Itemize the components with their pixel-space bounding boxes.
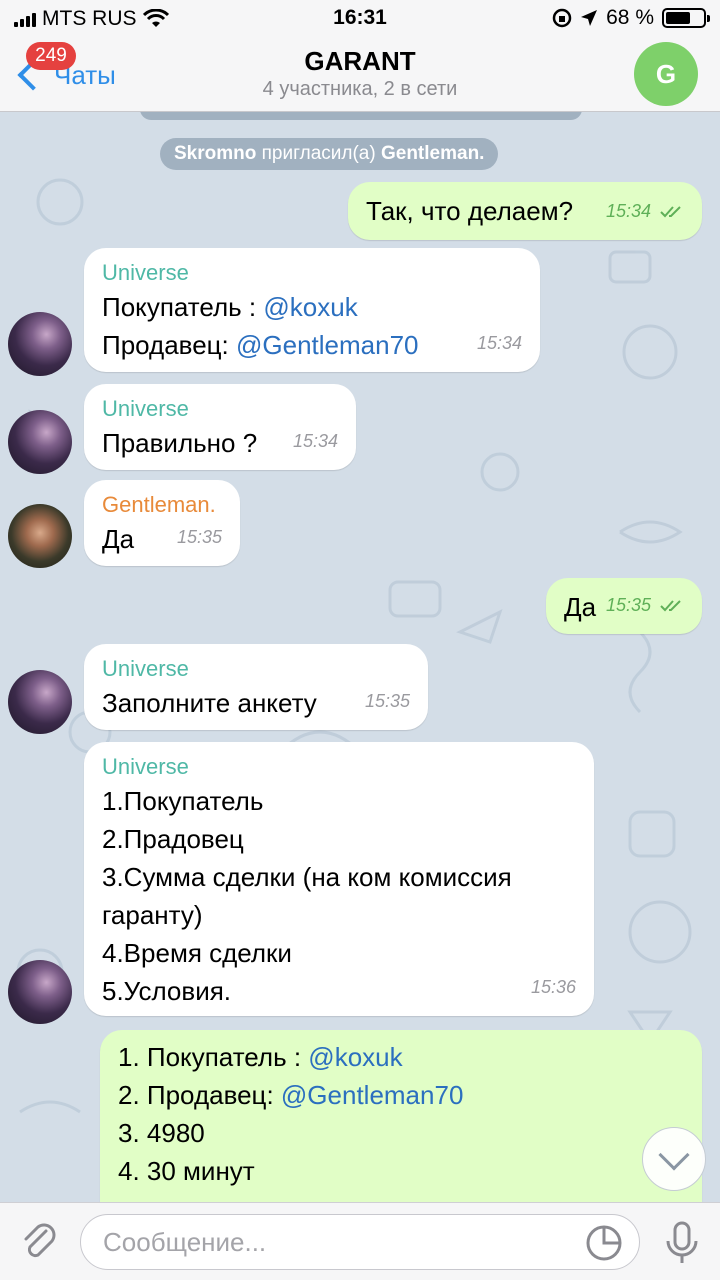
message-line: Продавец: @Gentleman70: [102, 326, 522, 364]
message-time: 15:36: [530, 977, 576, 997]
message-time: 15:34: [292, 431, 338, 451]
mention-link[interactable]: @Gentleman70: [281, 1080, 464, 1110]
service-message-partial: [140, 112, 582, 120]
avatar[interactable]: [8, 960, 72, 1024]
message-line: 3.Сумма сделки (на ком комиссия: [102, 862, 512, 892]
message-line: 3. 4980: [118, 1118, 205, 1148]
composer: [0, 1202, 720, 1280]
message-line: 2.Прадовец: [102, 824, 244, 854]
message-bubble-out[interactable]: Да 15:35: [546, 578, 702, 634]
message-line: 1.Покупатель: [102, 786, 264, 816]
location-icon: [581, 10, 598, 26]
message-line: Покупатель : @koxuk: [102, 288, 522, 326]
sender-name: Universe: [102, 260, 189, 285]
service-target: Gentleman.: [380, 143, 485, 164]
battery-icon: [662, 8, 710, 28]
chat-subtitle: 4 участника, 2 в сети: [262, 78, 458, 100]
message-bubble-in[interactable]: Universe Правильно ? 15:34: [84, 384, 356, 470]
message-text: Так, что делаем?: [366, 196, 574, 226]
time-text: 15:35: [605, 595, 651, 615]
avatar[interactable]: [8, 670, 72, 734]
line-text: 2. Продавец:: [118, 1080, 281, 1110]
message-line: 4. 30 минут: [118, 1156, 255, 1186]
group-avatar[interactable]: G: [634, 42, 698, 106]
message-list[interactable]: Skromno пригласил(а) Gentleman. Так, что…: [0, 112, 720, 1202]
message-line: 2. Продавец: @Gentleman70: [118, 1076, 684, 1114]
message-bubble-in[interactable]: Universe 1.Покупатель 2.Прадовец 3.Сумма…: [84, 742, 594, 1016]
line-text: Покупатель :: [102, 292, 264, 322]
time-text: 15:34: [605, 201, 651, 221]
message-time: 15:34: [606, 192, 684, 230]
message-time: 15:35: [364, 691, 410, 711]
status-bar: MTS RUS 16:31 68 %: [0, 0, 720, 36]
message-line: 1. Покупатель : @koxuk: [118, 1038, 684, 1076]
sender-name: Gentleman.: [102, 492, 216, 517]
message-bubble-in[interactable]: Universe Заполните анкету 15:35: [84, 644, 428, 730]
message-bubble-in[interactable]: Gentleman. Да 15:35: [84, 480, 240, 566]
message-text: Заполните анкету: [102, 688, 317, 718]
battery-percent: 68 %: [606, 6, 654, 29]
microphone-icon[interactable]: [662, 1219, 702, 1267]
line-text: Продавец:: [102, 330, 236, 360]
message-time: 15:34: [476, 333, 522, 353]
mention-link[interactable]: @koxuk: [308, 1042, 402, 1072]
chat-title[interactable]: GARANT: [0, 46, 720, 77]
service-actor: Skromno: [174, 143, 257, 164]
message-line: 4.Время сделки: [102, 938, 292, 968]
mention-link[interactable]: @Gentleman70: [236, 330, 419, 360]
service-message: Skromno пригласил(а) Gentleman.: [160, 138, 499, 170]
line-text: 1. Покупатель :: [118, 1042, 309, 1072]
scroll-down-button[interactable]: [642, 1127, 706, 1191]
sender-name: Universe: [102, 656, 189, 681]
message-time: 15:35: [606, 586, 684, 624]
message-line: гаранту): [102, 900, 203, 930]
sender-name: Universe: [102, 396, 189, 421]
service-action: пригласил(а): [261, 143, 376, 164]
status-right: 68 %: [552, 6, 710, 30]
avatar[interactable]: [8, 312, 72, 376]
battery-fill: [666, 12, 691, 24]
message-bubble-out[interactable]: Так, что делаем? 15:34: [348, 182, 702, 240]
mention-link[interactable]: @koxuk: [263, 292, 357, 322]
message-input[interactable]: [80, 1214, 640, 1270]
message-time: 15:35: [176, 527, 222, 547]
chat-header: Чаты 249 GARANT 4 участника, 2 в сети G: [0, 36, 720, 112]
message-bubble-out[interactable]: 1. Покупатель : @koxuk 2. Продавец: @Gen…: [100, 1030, 702, 1202]
double-check-icon: [660, 600, 681, 612]
paperclip-icon[interactable]: [16, 1219, 62, 1265]
message-text: Да: [564, 592, 597, 622]
sender-name: Universe: [102, 754, 189, 779]
orientation-lock-icon: [552, 8, 572, 28]
double-check-icon: [660, 206, 681, 218]
avatar[interactable]: [8, 504, 72, 568]
message-bubble-in[interactable]: Universe Покупатель : @koxuk Продавец: @…: [84, 248, 540, 372]
avatar[interactable]: [8, 410, 72, 474]
sticker-icon[interactable]: [584, 1223, 624, 1263]
message-line: 5.Условия.: [102, 976, 232, 1006]
chevron-down-icon: [658, 1139, 690, 1171]
